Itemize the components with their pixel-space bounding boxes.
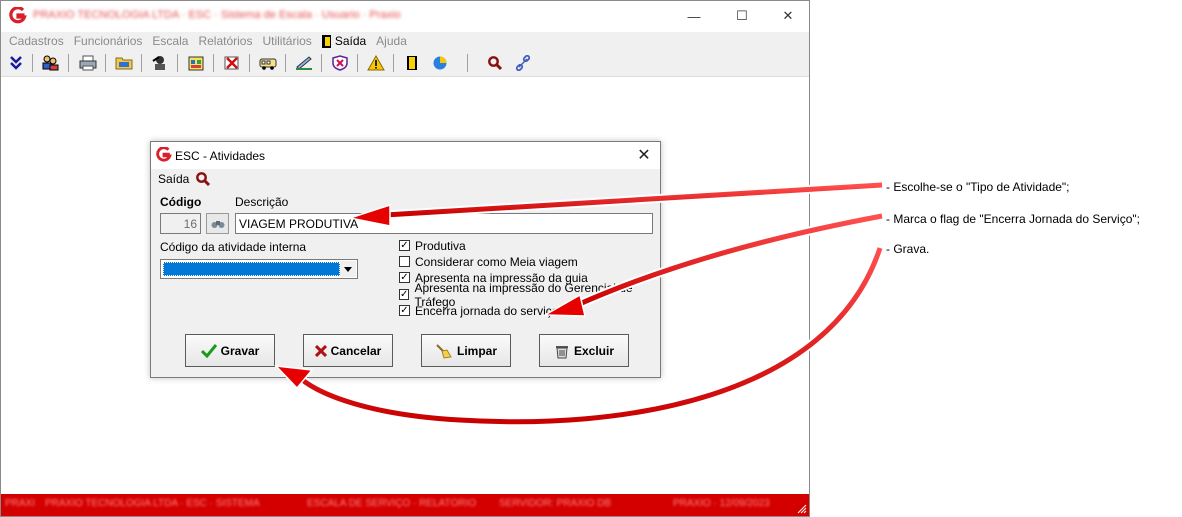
arrow-encerra-jornada [542,211,883,317]
arrow-gravar [274,246,885,427]
annotation-arrows [274,180,885,427]
arrow-tipo-atividade [347,180,883,227]
